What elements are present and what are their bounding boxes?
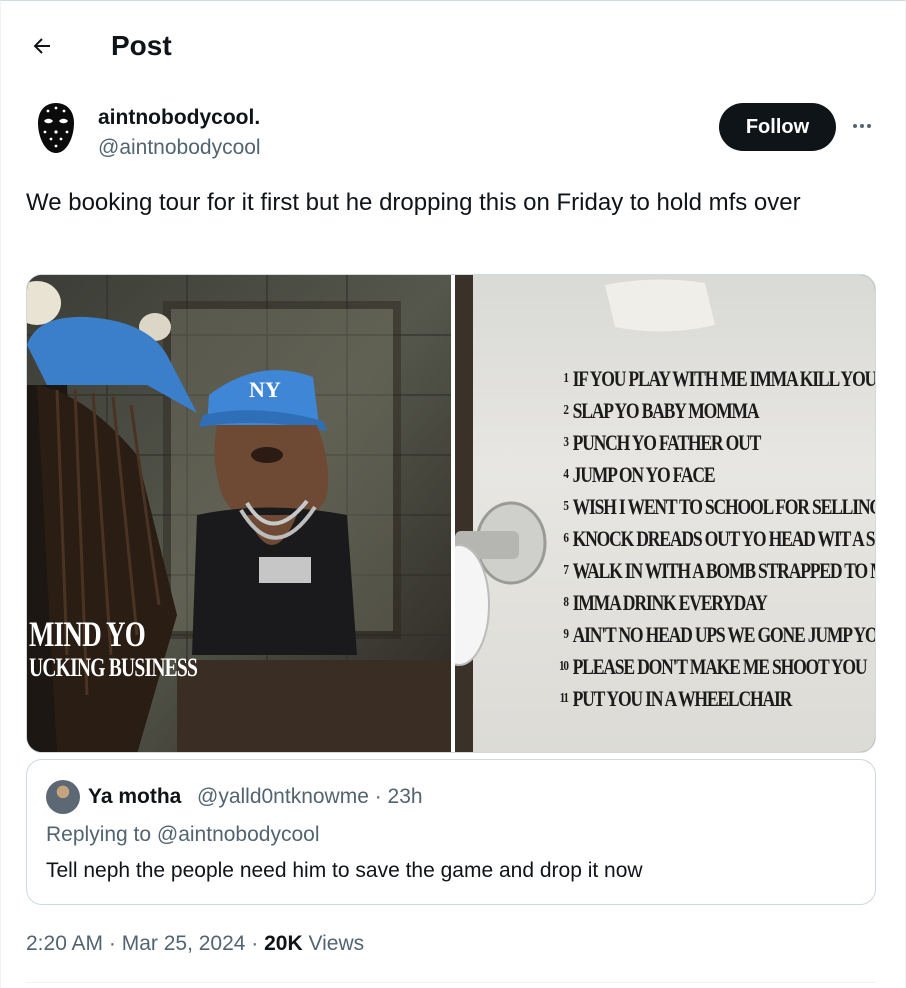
views-label: Views	[302, 932, 365, 955]
track-number: 10	[559, 659, 569, 674]
track-number: 5	[563, 499, 569, 514]
track-number: 1	[563, 371, 569, 386]
replying-to-line: Replying to @aintnobodycool	[46, 823, 320, 846]
track-number: 11	[559, 691, 569, 706]
hockey-mask-icon	[38, 103, 74, 153]
album-cover-image[interactable]: NY MIND YO UCKING BUSINESS	[27, 275, 451, 752]
post-timestamp: 2:20 AM · Mar 25, 2024 · 20K Views	[26, 931, 364, 957]
track-title: JUMP ON YO FACE	[572, 462, 716, 487]
track-number: 6	[563, 531, 569, 546]
track-title: AIN'T NO HEAD UPS WE GONE JUMP YOU	[572, 622, 875, 647]
cover-title-line1: MIND YO	[29, 614, 146, 654]
tracklist: 1 IF YOU PLAY WITH ME IMMA KILL YOU 2 SLAP …	[555, 363, 875, 715]
track-row: 5 WISH I WENT TO SCHOOL FOR SELLING CR	[555, 491, 875, 523]
track-number: 2	[563, 403, 569, 418]
track-title: KNOCK DREADS OUT YO HEAD WIT A SWIT	[572, 526, 875, 551]
track-row: 11 PUT YOU IN A WHEELCHAIR	[555, 683, 875, 715]
post-header: Post	[0, 6, 906, 84]
track-row: 8 IMMA DRINK EVERYDAY	[555, 587, 875, 619]
track-title: IMMA DRINK EVERYDAY	[572, 590, 768, 615]
track-row: 6 KNOCK DREADS OUT YO HEAD WIT A SWIT	[555, 523, 875, 555]
track-number: 3	[563, 435, 569, 450]
views-count: 20K	[264, 932, 303, 955]
track-number: 8	[563, 595, 569, 610]
track-row: 7 WALK IN WITH A BOMB STRAPPED TO MY	[555, 555, 875, 587]
author-handle[interactable]: @aintnobodycool	[98, 135, 261, 161]
author-avatar[interactable]	[28, 100, 84, 156]
track-title: WALK IN WITH A BOMB STRAPPED TO MY	[572, 558, 875, 583]
svg-text:NY: NY	[249, 377, 281, 402]
back-button[interactable]	[22, 26, 62, 66]
track-title: PUNCH YO FATHER OUT	[572, 430, 762, 455]
time-date[interactable]: 2:20 AM · Mar 25, 2024 ·	[26, 932, 264, 955]
more-button[interactable]	[846, 110, 878, 142]
track-title: PLEASE DON'T MAKE ME SHOOT YOU	[572, 654, 868, 679]
quoted-author-meta: @yalld0ntknowme · 23h	[197, 785, 423, 808]
author-display-name[interactable]: aintnobodycool.	[98, 105, 260, 131]
track-row: 3 PUNCH YO FATHER OUT	[555, 427, 875, 459]
track-row: 10 PLEASE DON'T MAKE ME SHOOT YOU	[555, 651, 875, 683]
track-title: SLAP YO BABY MOMMA	[572, 398, 760, 423]
quoted-author-name[interactable]: Ya motha	[88, 784, 181, 810]
quoted-author-avatar[interactable]	[46, 780, 80, 814]
track-row: 4 JUMP ON YO FACE	[555, 459, 875, 491]
track-row: 1 IF YOU PLAY WITH ME IMMA KILL YOU	[555, 363, 875, 395]
track-title: IF YOU PLAY WITH ME IMMA KILL YOU	[572, 366, 875, 391]
track-row: 2 SLAP YO BABY MOMMA	[555, 395, 875, 427]
quoted-reply-card[interactable]: Ya motha @yalld0ntknowme · 23h Replying …	[26, 759, 876, 905]
more-horizontal-icon	[853, 124, 871, 128]
track-title: WISH I WENT TO SCHOOL FOR SELLING CR	[572, 494, 875, 519]
media-grid: NY MIND YO UCKING BUSINESS 1 IF YOU PLAY …	[26, 274, 876, 753]
track-row: 9 AIN'T NO HEAD UPS WE GONE JUMP YOU	[555, 619, 875, 651]
follow-button[interactable]: Follow	[719, 103, 836, 151]
cover-caption: MIND YO UCKING BUSINESS	[29, 615, 253, 683]
footer-divider	[26, 982, 876, 983]
track-title: PUT YOU IN A WHEELCHAIR	[572, 686, 793, 711]
tracklist-image[interactable]: 1 IF YOU PLAY WITH ME IMMA KILL YOU 2 SLAP …	[455, 275, 875, 752]
tweet-text: We booking tour for it first but he drop…	[26, 189, 801, 216]
track-number: 9	[563, 627, 569, 642]
arrow-left-icon	[33, 38, 50, 54]
track-number: 7	[563, 563, 569, 578]
quoted-text: Tell neph the people need him to save th…	[46, 859, 643, 882]
cover-title-line2: UCKING BUSINESS	[29, 653, 198, 682]
page-title: Post	[111, 30, 172, 61]
track-number: 4	[563, 467, 569, 482]
